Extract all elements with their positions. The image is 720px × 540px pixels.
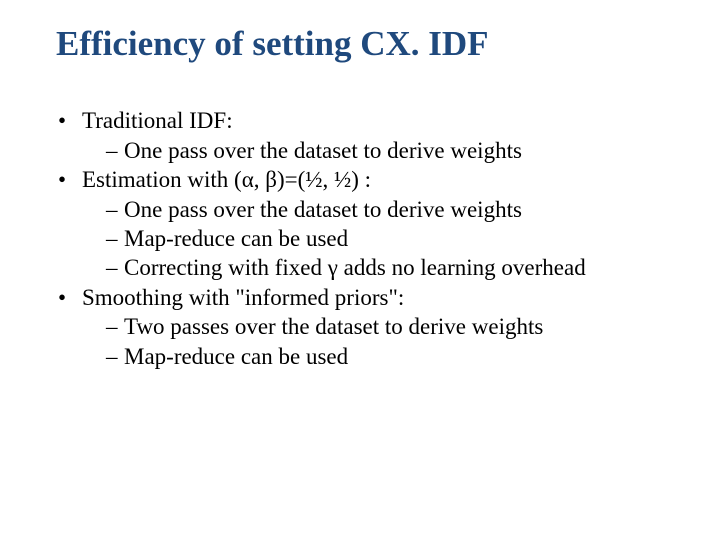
sub-bullet-text: Map-reduce can be used [124, 226, 348, 251]
list-item: Traditional IDF: One pass over the datas… [56, 106, 680, 165]
slide-title: Efficiency of setting CX. IDF [56, 24, 680, 64]
list-item: Two passes over the dataset to derive we… [106, 312, 680, 341]
sub-list: Two passes over the dataset to derive we… [82, 312, 680, 371]
sub-bullet-text: One pass over the dataset to derive weig… [124, 138, 522, 163]
slide: Efficiency of setting CX. IDF Traditiona… [0, 0, 720, 540]
list-item: Map-reduce can be used [106, 224, 680, 253]
list-item: Smoothing with "informed priors": Two pa… [56, 283, 680, 371]
sub-list: One pass over the dataset to derive weig… [82, 136, 680, 165]
bullet-text: Estimation with (α, β)=(½, ½) : [82, 167, 371, 192]
sub-bullet-text: Map-reduce can be used [124, 344, 348, 369]
list-item: One pass over the dataset to derive weig… [106, 136, 680, 165]
bullet-text: Smoothing with "informed priors": [82, 285, 404, 310]
sub-bullet-text: One pass over the dataset to derive weig… [124, 197, 522, 222]
bullet-text: Traditional IDF: [82, 108, 233, 133]
sub-bullet-text: Two passes over the dataset to derive we… [124, 314, 543, 339]
sub-bullet-text: Correcting with fixed γ adds no learning… [124, 255, 586, 280]
list-item: Correcting with fixed γ adds no learning… [106, 253, 680, 282]
list-item: Estimation with (α, β)=(½, ½) : One pass… [56, 165, 680, 283]
list-item: One pass over the dataset to derive weig… [106, 195, 680, 224]
list-item: Map-reduce can be used [106, 342, 680, 371]
bullet-list: Traditional IDF: One pass over the datas… [56, 106, 680, 371]
sub-list: One pass over the dataset to derive weig… [82, 195, 680, 283]
